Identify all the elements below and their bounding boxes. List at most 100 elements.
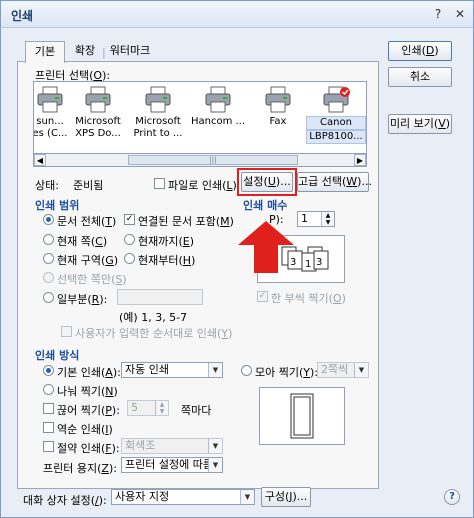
cut-pages-spinner[interactable]: 5 ▲ ▼ [127, 400, 169, 416]
default-print-select[interactable]: 자동 인쇄 ▼ [121, 362, 223, 378]
preview-page-number: 3 [316, 257, 322, 268]
chevron-down-icon[interactable]: ▼ [208, 363, 222, 377]
config-button[interactable]: 구성(J)... [261, 487, 311, 507]
status-label: 상태: [35, 179, 59, 192]
red-arrow-icon [238, 221, 294, 273]
saving-print-select[interactable]: 회색조 ▼ [121, 438, 223, 454]
printer-name: Hancom ... [190, 116, 246, 127]
current-section-radio[interactable] [43, 253, 54, 264]
single-page-icon [290, 393, 314, 439]
dialog-settings-select[interactable]: 사용자 지정 ▼ [111, 489, 255, 505]
cut-unit-label: 쪽마다 [181, 404, 212, 417]
printer-item[interactable]: Fax [248, 86, 308, 128]
collate-checkbox[interactable]: ✓ [257, 291, 268, 302]
from-current-radio[interactable] [124, 253, 135, 264]
from-current-label: 현재부터(H) [138, 254, 196, 267]
chevron-down-icon[interactable]: ▼ [208, 439, 222, 453]
printer-paper-label: 프린터 용지(Z): [43, 462, 117, 475]
print-button[interactable]: 인쇄(D) [388, 41, 452, 61]
scroll-left-icon[interactable]: ◀ [34, 154, 46, 166]
printer-name: Microsoft [135, 116, 181, 127]
cancel-button[interactable]: 취소 [388, 67, 452, 87]
printer-name-line2: XPS Do... [75, 128, 121, 139]
spin-up-down-icon[interactable]: ▲ ▼ [321, 212, 334, 226]
user-order-label: 사용자가 입력한 순서대로 인쇄(Y) [75, 327, 233, 340]
printer-item[interactable]: Microsoft XPS Do... [68, 86, 128, 140]
current-page-radio[interactable] [43, 234, 54, 245]
close-button[interactable]: ✕ [453, 7, 467, 21]
copies-spinner[interactable]: 1 ▲ ▼ [297, 211, 335, 227]
partial-range-input[interactable] [117, 289, 203, 305]
default-print-label: 기본 인쇄(A): [57, 366, 121, 379]
highlight-box [237, 168, 297, 196]
fax-icon [263, 86, 293, 114]
split-print-radio[interactable] [43, 384, 54, 395]
help-title-button[interactable]: ? [431, 7, 445, 21]
printer-name-line2: Print to ... [133, 128, 183, 139]
collate-label: 한 부씩 찍기(O) [271, 292, 346, 305]
cut-print-checkbox[interactable] [43, 403, 54, 414]
print-dialog: 인쇄 ? ✕ 기본 확장 워터마크 | 프린터 선택(O): sun... es… [0, 0, 474, 518]
collect-print-select[interactable]: 2쪽씩 ▼ [317, 362, 369, 378]
reverse-print-checkbox[interactable] [43, 422, 54, 433]
printer-icon [203, 86, 233, 114]
printer-icon [35, 86, 65, 114]
saving-print-label: 절약 인쇄(F): [57, 442, 120, 455]
preview-button[interactable]: 미리 보기(V) [388, 114, 452, 134]
printer-paper-select[interactable]: 프린터 설정에 따름 ▼ [121, 457, 223, 473]
tab-basic[interactable]: 기본 [25, 41, 65, 63]
print-range-title: 인쇄 범위 [35, 199, 80, 212]
dialog-settings-label: 대화 상자 설정(/): [23, 494, 107, 507]
partial-label: 일부분(R): [57, 293, 108, 306]
user-order-checkbox[interactable] [61, 326, 72, 337]
printer-item[interactable]: Hancom ... [188, 86, 248, 128]
window-title: 인쇄 [11, 9, 34, 23]
selected-pages-label: 선택한 쪽만(S) [57, 273, 127, 286]
chevron-down-icon[interactable]: ▼ [354, 363, 368, 377]
print-to-file-checkbox[interactable] [154, 178, 165, 189]
printer-default-icon [321, 86, 351, 114]
all-document-label: 문서 전체(T) [57, 215, 117, 228]
all-document-radio[interactable] [43, 214, 54, 225]
selected-pages-radio[interactable] [43, 272, 54, 283]
printer-list-scrollbar[interactable]: ◀ ||| ▶ [33, 153, 367, 167]
title-bar: 인쇄 ? ✕ [1, 1, 473, 28]
tab-separator: | [102, 46, 106, 59]
advanced-options-button[interactable]: 고급 선택(W)... [297, 172, 372, 192]
printer-item-selected[interactable]: Canon LBP8100... [306, 86, 366, 144]
tab-watermark[interactable]: 워터마크 [105, 41, 155, 61]
until-current-radio[interactable] [124, 234, 135, 245]
partial-radio[interactable] [43, 292, 54, 303]
collect-print-radio[interactable] [241, 365, 252, 376]
chevron-down-icon[interactable]: ▼ [208, 458, 222, 472]
tab-extended[interactable]: 확장 [67, 41, 103, 61]
current-page-label: 현재 쪽(C) [57, 235, 108, 248]
until-current-label: 현재까지(E) [138, 235, 195, 248]
reverse-print-label: 역순 인쇄(I) [57, 423, 113, 436]
copies-title: 인쇄 매수 [243, 199, 288, 212]
linked-docs-label: 연결된 문서 포함(M) [138, 215, 234, 228]
split-print-label: 나눠 찍기(N) [57, 385, 118, 398]
print-to-file-label: 파일로 인쇄(L) [168, 179, 237, 192]
cut-print-label: 끊어 찍기(P): [57, 404, 120, 417]
scroll-right-icon[interactable]: ▶ [354, 154, 366, 166]
print-method-title: 인쇄 방식 [35, 349, 80, 362]
help-icon[interactable]: ? [444, 489, 460, 505]
current-section-label: 현재 구역(G) [57, 254, 119, 267]
saving-print-checkbox[interactable] [43, 441, 54, 452]
collect-print-label: 모아 찍기(Y): [255, 366, 319, 379]
preview-page-number: 1 [305, 259, 311, 270]
default-print-radio[interactable] [43, 365, 54, 376]
page-layout-preview [259, 387, 345, 445]
linked-docs-checkbox[interactable]: ✓ [124, 214, 135, 225]
printer-name: Fax [269, 116, 287, 127]
scrollbar-thumb[interactable]: ||| [128, 155, 298, 165]
spin-up-down-icon[interactable]: ▲ ▼ [155, 401, 168, 415]
range-example-text: (예) 1, 3, 5-7 [119, 311, 188, 324]
printer-name: Microsoft [75, 116, 121, 127]
printer-name: Canon [306, 116, 366, 130]
chevron-down-icon[interactable]: ▼ [240, 490, 254, 504]
printer-name-line2: LBP8100... [306, 130, 366, 144]
printer-icon [83, 86, 113, 114]
printer-item[interactable]: Microsoft Print to ... [128, 86, 188, 140]
